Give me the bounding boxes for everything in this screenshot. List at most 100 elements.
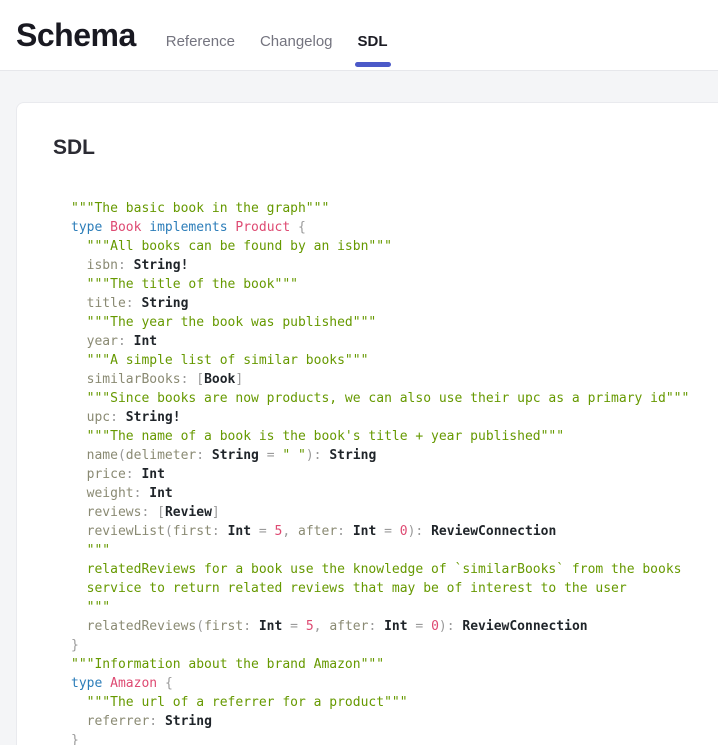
code-token-pln [71, 429, 87, 444]
code-token-pun: : [243, 619, 251, 634]
page-header: Schema Reference Changelog SDL [0, 0, 718, 71]
code-token-typ: String [212, 448, 259, 463]
code-token-pln [118, 410, 126, 425]
code-token-pln [126, 258, 134, 273]
code-token-str: " " [282, 448, 305, 463]
code-token-pln [71, 353, 87, 368]
code-token-attr: year [87, 334, 118, 349]
code-line: """The name of a book is the book's titl… [71, 427, 718, 446]
code-line: isbn: String! [71, 256, 718, 275]
code-token-kw: type [71, 220, 102, 235]
code-token-attr: isbn [87, 258, 118, 273]
code-token-attr: weight [87, 486, 134, 501]
code-token-pln [71, 505, 87, 520]
code-line: """All books can be found by an isbn""" [71, 237, 718, 256]
code-token-attr: delimeter [126, 448, 196, 463]
code-token-pun: ): [408, 524, 424, 539]
code-token-str: """Information about the brand Amazon""" [71, 657, 384, 672]
code-line: type Book implements Product { [71, 218, 718, 237]
code-token-pln [71, 334, 87, 349]
code-token-typ: String [329, 448, 376, 463]
code-token-pln [71, 562, 87, 577]
code-token-pln [71, 391, 87, 406]
code-line: similarBooks: [Book] [71, 370, 718, 389]
code-line: weight: Int [71, 484, 718, 503]
code-token-pun: ): [439, 619, 455, 634]
code-line: """The url of a referrer for a product""… [71, 693, 718, 712]
code-token-pun: [ [196, 372, 204, 387]
code-token-pun: ): [306, 448, 322, 463]
code-token-pln [71, 410, 87, 425]
code-token-attr: reviewList [87, 524, 165, 539]
code-token-attr: after [329, 619, 368, 634]
code-token-pln [71, 467, 87, 482]
code-token-cls: Amazon [110, 676, 157, 691]
code-token-typ: Int [353, 524, 376, 539]
code-token-pun: : [212, 524, 220, 539]
code-token-pln [149, 505, 157, 520]
code-token-str: """Since books are now products, we can … [87, 391, 690, 406]
code-line: """The title of the book""" [71, 275, 718, 294]
code-token-pun: : [337, 524, 345, 539]
code-token-pln [345, 524, 353, 539]
code-token-attr: price [87, 467, 126, 482]
code-token-pun: } [71, 638, 79, 653]
code-token-pln [71, 600, 87, 615]
code-token-pln [71, 543, 87, 558]
code-token-typ: Int [259, 619, 282, 634]
code-token-pln [376, 524, 384, 539]
code-line: relatedReviews for a book use the knowle… [71, 560, 718, 579]
code-line: relatedReviews(first: Int = 5, after: In… [71, 617, 718, 636]
code-token-str: """The url of a referrer for a product""… [87, 695, 408, 710]
code-token-pun: } [71, 733, 79, 745]
sdl-card: SDL """The basic book in the graph"""typ… [16, 102, 718, 745]
tab-sdl[interactable]: SDL [358, 33, 388, 50]
code-token-pln [298, 619, 306, 634]
code-token-pln [290, 220, 298, 235]
code-token-typ: String [165, 714, 212, 729]
code-token-pln [157, 676, 165, 691]
code-token-pun: ( [118, 448, 126, 463]
code-token-pun: = [267, 448, 275, 463]
code-line: upc: String! [71, 408, 718, 427]
code-token-str: """All books can be found by an isbn""" [87, 239, 392, 254]
code-token-pln [71, 258, 87, 273]
code-token-pln [282, 619, 290, 634]
code-token-str: """The title of the book""" [87, 277, 298, 292]
code-token-typ: String! [134, 258, 189, 273]
code-token-typ: String [141, 296, 188, 311]
code-token-pln [71, 277, 87, 292]
code-token-cls: Product [235, 220, 290, 235]
code-token-kw: implements [149, 220, 227, 235]
code-token-attr: relatedReviews [87, 619, 197, 634]
code-token-pln [102, 220, 110, 235]
code-token-str: """The name of a book is the book's titl… [87, 429, 564, 444]
code-token-str: """ [87, 600, 110, 615]
code-token-str: service to return related reviews that m… [87, 581, 627, 596]
code-token-pln [71, 239, 87, 254]
code-line: year: Int [71, 332, 718, 351]
code-line: title: String [71, 294, 718, 313]
code-token-pln [392, 524, 400, 539]
content-area: SDL """The basic book in the graph"""typ… [0, 71, 718, 745]
page-title: Schema [16, 0, 136, 71]
code-token-pln [259, 448, 267, 463]
tab-changelog[interactable]: Changelog [260, 33, 333, 50]
code-token-str: """A simple list of similar books""" [87, 353, 369, 368]
code-token-pln [423, 524, 431, 539]
code-line: """A simple list of similar books""" [71, 351, 718, 370]
code-line: """ [71, 541, 718, 560]
code-token-pun: ( [165, 524, 173, 539]
code-token-pln [71, 296, 87, 311]
code-token-pun: = [384, 524, 392, 539]
tab-reference[interactable]: Reference [166, 33, 235, 50]
code-token-pln [290, 524, 298, 539]
code-token-pln [204, 448, 212, 463]
code-token-attr: reviews [87, 505, 142, 520]
code-token-attr: referrer [87, 714, 150, 729]
schema-page: Schema Reference Changelog SDL SDL """The … [0, 0, 718, 745]
code-token-pln [71, 486, 87, 501]
code-token-pun: = [290, 619, 298, 634]
sdl-section-heading: SDL [53, 135, 718, 161]
sdl-code-block: """The basic book in the graph"""type Bo… [53, 181, 718, 745]
